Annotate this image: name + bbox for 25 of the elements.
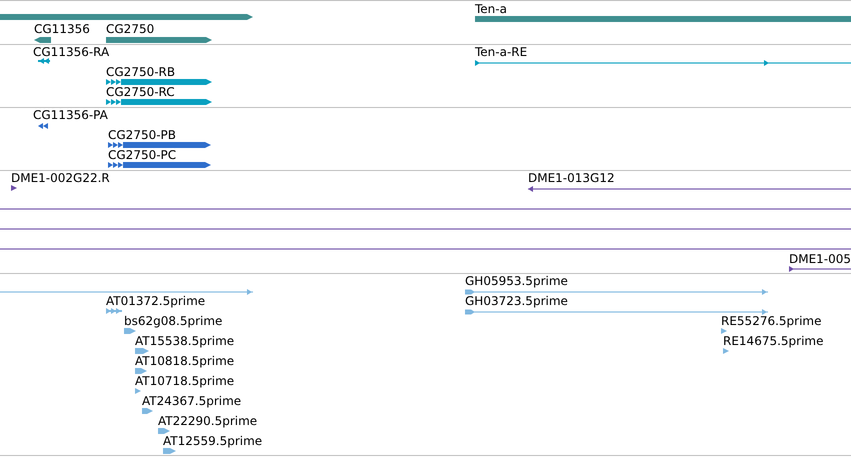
feature-label: AT12559.5prime bbox=[163, 434, 262, 448]
feature-label: AT15538.5prime bbox=[135, 334, 234, 348]
feature-label: GH05953.5prime bbox=[465, 274, 568, 288]
feature-label: CG2750-PC bbox=[108, 148, 176, 162]
feature-label: CG11356-PA bbox=[33, 108, 108, 122]
feature-label: AT10718.5prime bbox=[135, 374, 234, 388]
feature-label: CG2750-RB bbox=[106, 65, 176, 79]
feature-label: DME1-005 bbox=[789, 252, 851, 266]
feature-label: AT22290.5prime bbox=[158, 414, 258, 428]
feature-label: CG11356-RA bbox=[33, 45, 110, 59]
feature-label: RE14675.5prime bbox=[723, 334, 824, 348]
feature-label: DME1-013G12 bbox=[528, 171, 615, 185]
feature-label: AT01372.5prime bbox=[106, 294, 206, 308]
feature-label: CG2750 bbox=[106, 22, 154, 36]
feature-label: AT10818.5prime bbox=[135, 354, 234, 368]
feature-label: RE55276.5prime bbox=[721, 314, 822, 328]
feature-label: DME1-002G22.R bbox=[11, 171, 110, 185]
feature-label: GH03723.5prime bbox=[465, 294, 568, 308]
feature-label: Ten-a bbox=[475, 2, 507, 16]
feature-label: AT24367.5prime bbox=[142, 394, 242, 408]
feature-label: bs62g08.5prime bbox=[124, 314, 222, 328]
feature-label: CG2750-PB bbox=[108, 128, 176, 142]
feature-label: CG2750-RC bbox=[106, 85, 175, 99]
feature-label: Ten-a-RE bbox=[475, 45, 528, 59]
feature-label: CG11356 bbox=[34, 22, 90, 36]
